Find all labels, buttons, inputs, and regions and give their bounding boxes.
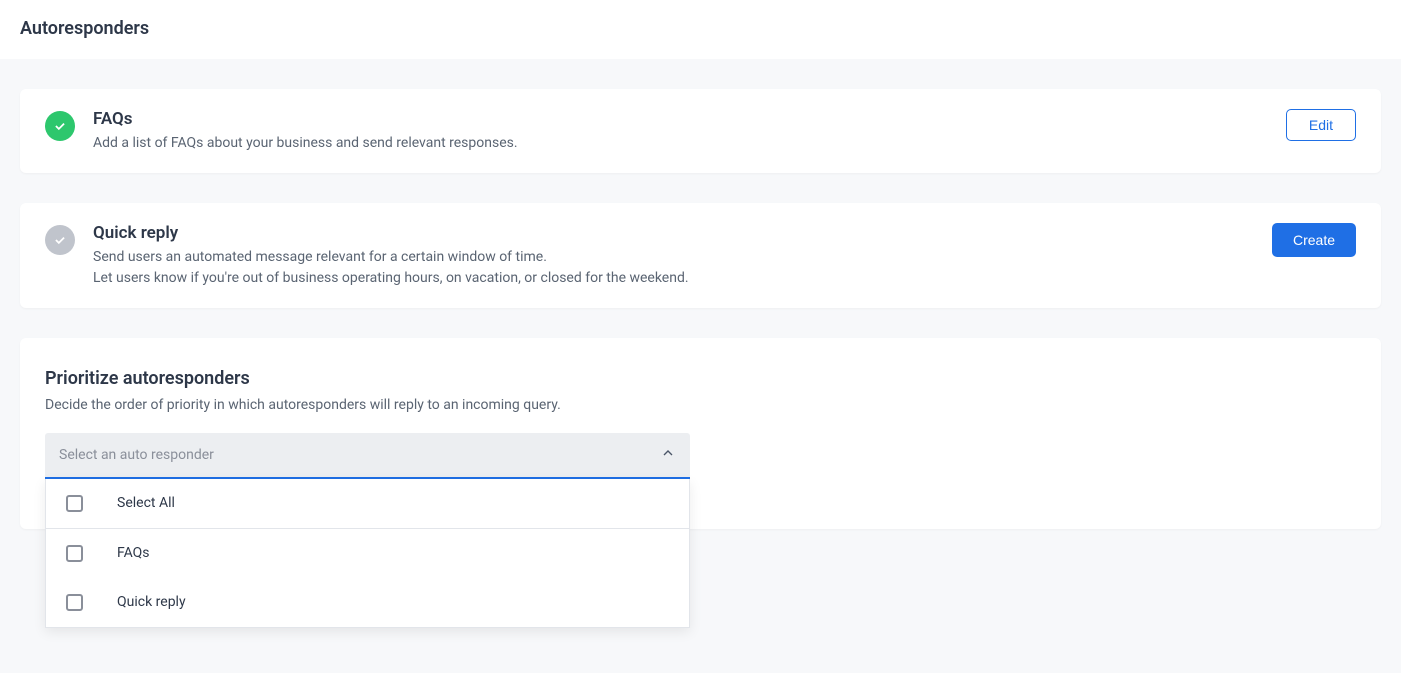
quick-reply-desc: Send users an automated message relevant… xyxy=(93,247,1254,288)
checkbox-quick-reply[interactable] xyxy=(66,594,83,611)
content-area: FAQs Add a list of FAQs about your busin… xyxy=(0,59,1401,673)
prioritize-title: Prioritize autoresponders xyxy=(45,368,1356,389)
faqs-card-body: FAQs Add a list of FAQs about your busin… xyxy=(93,109,1268,153)
quick-reply-desc-line1: Send users an automated message relevant… xyxy=(93,249,547,265)
edit-button[interactable]: Edit xyxy=(1286,109,1356,141)
chevron-up-icon xyxy=(660,445,676,465)
option-label: FAQs xyxy=(117,545,150,561)
select-placeholder: Select an auto responder xyxy=(59,447,214,463)
faqs-desc: Add a list of FAQs about your business a… xyxy=(93,133,1268,153)
checkbox-select-all[interactable] xyxy=(66,495,83,512)
create-button[interactable]: Create xyxy=(1272,223,1356,257)
page-title: Autoresponders xyxy=(20,18,1381,39)
option-label: Quick reply xyxy=(117,594,186,610)
prioritize-desc: Decide the order of priority in which au… xyxy=(45,397,1356,413)
option-faqs[interactable]: FAQs xyxy=(46,529,689,578)
faqs-card: FAQs Add a list of FAQs about your busin… xyxy=(20,89,1381,173)
faqs-title: FAQs xyxy=(93,109,1268,129)
status-incomplete-icon xyxy=(45,225,75,255)
option-label: Select All xyxy=(117,495,175,511)
quick-reply-card-body: Quick reply Send users an automated mess… xyxy=(93,223,1254,288)
option-quick-reply[interactable]: Quick reply xyxy=(46,578,689,627)
page-header: Autoresponders xyxy=(0,0,1401,59)
select-autoresponder[interactable]: Select an auto responder xyxy=(45,433,690,479)
autoresponder-dropdown: Select All FAQs Quick reply xyxy=(45,479,690,628)
option-select-all[interactable]: Select All xyxy=(46,479,689,529)
status-complete-icon xyxy=(45,111,75,141)
prioritize-card: Prioritize autoresponders Decide the ord… xyxy=(20,338,1381,529)
quick-reply-card: Quick reply Send users an automated mess… xyxy=(20,203,1381,308)
checkbox-faqs[interactable] xyxy=(66,545,83,562)
quick-reply-title: Quick reply xyxy=(93,223,1254,243)
quick-reply-desc-line2: Let users know if you're out of business… xyxy=(93,270,689,286)
select-autoresponder-wrap: Select an auto responder Select All FAQs… xyxy=(45,433,690,479)
